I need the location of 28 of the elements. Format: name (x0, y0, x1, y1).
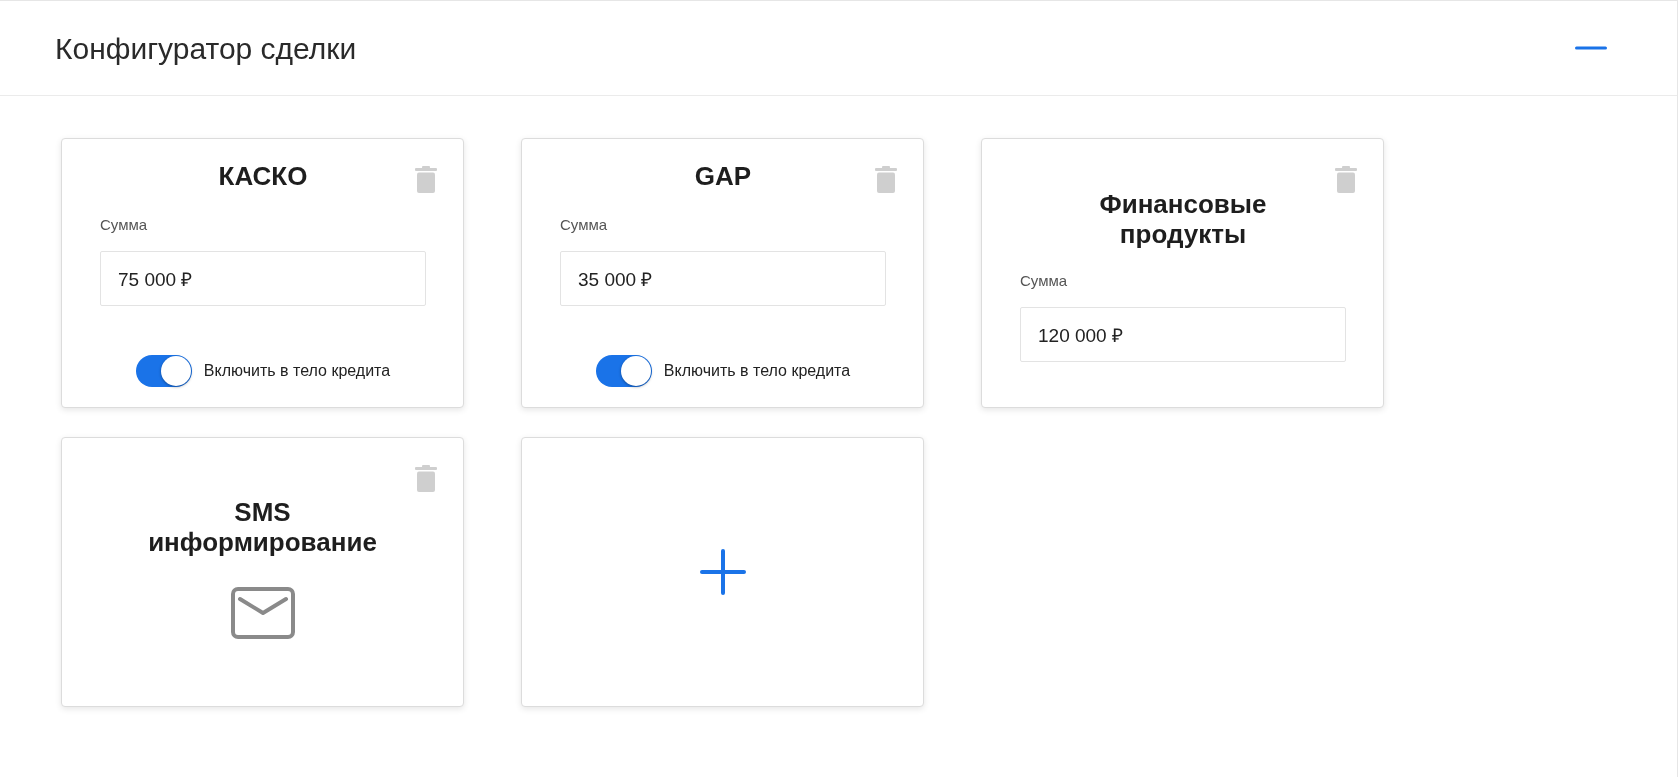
amount-field[interactable]: 75 000 ₽ (100, 251, 426, 306)
amount-field[interactable]: 35 000 ₽ (560, 251, 886, 306)
sum-label: Сумма (100, 215, 149, 235)
plus-icon (699, 549, 746, 595)
toggle-switch[interactable] (135, 355, 192, 387)
trash-icon (875, 166, 897, 193)
toggle-switch[interactable] (595, 355, 652, 387)
sum-label: Сумма (1020, 271, 1069, 291)
card-title: Финансовые продукты (1098, 189, 1268, 249)
trash-icon (415, 465, 437, 492)
toggle-label: Включить в тело кредита (663, 361, 851, 381)
trash-icon (1335, 166, 1357, 193)
card-title: GAP (694, 161, 752, 191)
minus-icon (1575, 46, 1607, 50)
panel-title: Конфигуратор сделки (55, 30, 357, 67)
delete-button[interactable] (875, 166, 897, 193)
card-title: SMS информирование (147, 497, 378, 557)
card-title: КАСКО (218, 161, 308, 191)
amount-field[interactable]: 120 000 ₽ (1020, 307, 1346, 362)
delete-button[interactable] (415, 465, 437, 492)
collapse-button[interactable] (1575, 46, 1607, 50)
add-card-button[interactable] (521, 437, 924, 707)
delete-button[interactable] (415, 166, 437, 193)
delete-button[interactable] (1335, 166, 1357, 193)
envelope-icon (230, 587, 295, 639)
sum-label: Сумма (560, 215, 609, 235)
trash-icon (415, 166, 437, 193)
toggle-label: Включить в тело кредита (203, 361, 391, 381)
